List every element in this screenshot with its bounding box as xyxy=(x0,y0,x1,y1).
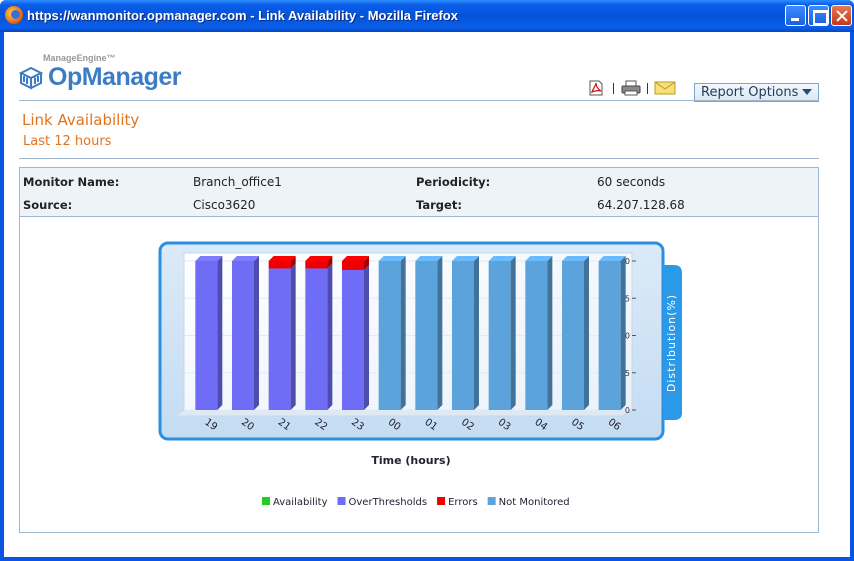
source-label: Source: xyxy=(23,198,73,212)
bar-segment-side xyxy=(474,256,479,410)
bar-segment xyxy=(525,261,548,410)
bar-segment xyxy=(195,261,218,410)
divider xyxy=(19,158,819,159)
page-content: ManageEngine™ OpManager Report Options L… xyxy=(4,32,850,557)
monitor-info-panel: Monitor Name: Branch_office1 Periodicity… xyxy=(19,167,819,217)
printer-icon[interactable] xyxy=(621,80,641,96)
legend-label: Availability xyxy=(273,497,328,508)
chevron-down-icon xyxy=(802,89,812,95)
mail-icon[interactable] xyxy=(654,80,676,96)
chart-panel: Distribution(%)0255075100192021222300010… xyxy=(19,217,819,533)
divider xyxy=(19,100,819,101)
target-value: 64.207.128.68 xyxy=(597,198,685,212)
bar-segment-side xyxy=(364,264,369,410)
bar-segment-side xyxy=(290,263,296,410)
periodicity-label: Periodicity: xyxy=(416,175,491,189)
toolbar-separator xyxy=(647,83,648,94)
bar-segment-side xyxy=(217,256,223,410)
toolbar-separator xyxy=(613,83,614,94)
title-bar[interactable]: https://wanmonitor.opmanager.com - Link … xyxy=(0,0,854,32)
bar-segment xyxy=(305,261,328,269)
bar-segment xyxy=(452,261,474,410)
legend-swatch xyxy=(337,497,346,505)
monitor-name-value: Branch_office1 xyxy=(193,175,282,189)
plot-floor xyxy=(172,409,634,417)
bar-segment xyxy=(305,268,328,410)
legend-swatch xyxy=(262,497,270,505)
y-tick-label: 0 xyxy=(625,406,630,415)
minimize-button[interactable] xyxy=(785,5,806,26)
bar-segment xyxy=(562,261,584,410)
bar-segment xyxy=(232,261,254,410)
bar-segment-side xyxy=(584,256,589,410)
legend-label: Not Monitored xyxy=(499,497,570,508)
bar-segment-side xyxy=(510,256,516,410)
bar-segment-side xyxy=(620,256,626,410)
legend-swatch xyxy=(487,497,496,505)
y-axis-label: Distribution(%) xyxy=(665,294,678,392)
bar-segment-side xyxy=(327,263,333,410)
window-title: https://wanmonitor.opmanager.com - Link … xyxy=(27,8,458,23)
pdf-icon[interactable] xyxy=(588,80,604,96)
firefox-icon xyxy=(5,6,23,24)
x-axis-label: Time (hours) xyxy=(371,454,450,467)
report-period: Last 12 hours xyxy=(23,134,112,149)
close-button[interactable] xyxy=(831,5,852,26)
bar-segment-side xyxy=(437,256,443,410)
report-options-label: Report Options xyxy=(701,85,799,100)
bar-segment xyxy=(598,261,621,410)
maximize-button[interactable] xyxy=(808,5,829,26)
legend-label: OverThresholds xyxy=(349,497,428,508)
legend-label: Errors xyxy=(448,497,478,508)
target-label: Target: xyxy=(416,198,462,212)
bar-segment-side xyxy=(547,256,553,410)
opmanager-logo-icon xyxy=(19,66,43,90)
bar-segment-side xyxy=(400,256,406,410)
bar-segment xyxy=(342,269,364,410)
bar-segment xyxy=(268,261,291,269)
legend-swatch xyxy=(437,497,446,505)
bar-segment xyxy=(415,261,438,410)
bar-segment xyxy=(378,261,401,410)
bar-segment-side xyxy=(254,256,259,410)
page-title: Link Availability xyxy=(22,111,140,129)
bar-segment xyxy=(342,261,364,270)
availability-chart: Distribution(%)0255075100192021222300010… xyxy=(158,241,682,508)
bar-segment xyxy=(268,268,291,410)
opmanager-logo[interactable]: OpManager xyxy=(48,63,182,92)
bar-segment xyxy=(488,261,511,410)
browser-window: https://wanmonitor.opmanager.com - Link … xyxy=(0,0,854,561)
source-value: Cisco3620 xyxy=(193,198,256,212)
manageengine-label: ManageEngine™ xyxy=(43,53,116,63)
monitor-name-label: Monitor Name: xyxy=(23,175,120,189)
periodicity-value: 60 seconds xyxy=(597,175,666,189)
